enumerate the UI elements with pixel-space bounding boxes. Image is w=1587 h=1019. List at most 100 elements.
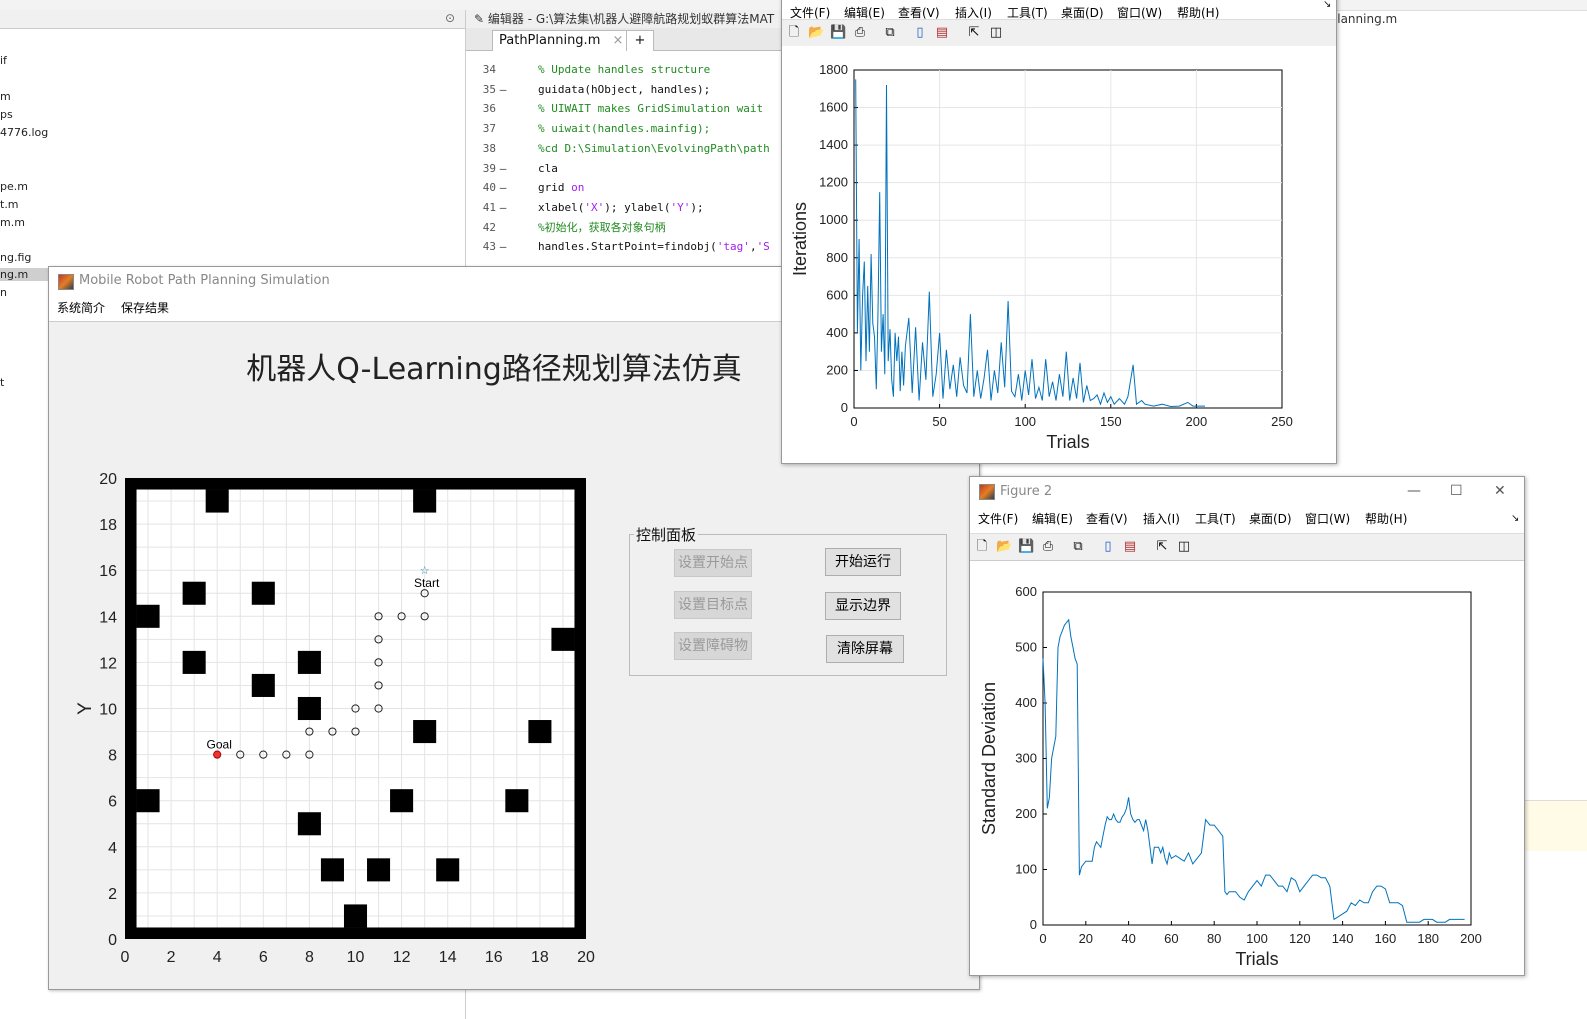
set-obstacle-button[interactable]: 设置障碍物 — [674, 632, 752, 660]
close-icon[interactable]: ✕ — [1494, 483, 1506, 499]
code-line[interactable]: 39– cla — [466, 159, 796, 179]
figure-menu-item[interactable]: 窗口(W) — [1305, 507, 1350, 531]
figure-body: 0 20 40 60 80 100 120 140 160 180 200 0 100 200 300 400… — [970, 561, 1524, 975]
property-editor-icon[interactable]: ◫ — [1176, 539, 1192, 555]
x-tick-label: 12 — [393, 949, 411, 962]
file-item[interactable]: ps — [0, 108, 13, 121]
file-item[interactable]: ng.fig — [0, 251, 31, 264]
code-line[interactable]: 34% Update handles structure — [466, 60, 796, 80]
legend-icon[interactable]: ▤ — [1122, 539, 1138, 555]
code-line[interactable]: 41– xlabel('X'); ylabel('Y'); — [466, 198, 796, 218]
file-item[interactable]: t — [0, 376, 4, 389]
tab-pathplanning[interactable]: PathPlanning.m × — [492, 30, 631, 51]
code-line[interactable]: 35– guidata(hObject, handles); — [466, 80, 796, 100]
colorbar-icon[interactable]: ▯ — [912, 25, 928, 41]
y-tick-label: 600 — [1015, 584, 1037, 599]
x-tick-label: 60 — [1164, 931, 1178, 946]
file-item[interactable]: t.m — [0, 198, 19, 211]
x-tick-label: 140 — [1332, 931, 1354, 946]
pointer-icon[interactable]: ⇱ — [966, 25, 982, 41]
y-axis-label: Standard Deviation — [979, 682, 999, 835]
x-tick-label: 0 — [121, 949, 130, 962]
collapse-icon[interactable]: ⊙ — [445, 11, 455, 25]
print-icon[interactable]: ⎙ — [852, 25, 868, 41]
code-line[interactable]: 36% UIWAIT makes GridSimulation wait — [466, 99, 796, 119]
figure-menu-item[interactable]: 查看(V) — [1086, 507, 1128, 531]
edit-icon: ✎ — [474, 12, 488, 26]
code-line[interactable]: 40– grid on — [466, 178, 796, 198]
figure-menubar: 文件(F) 编辑(E) 查看(V) 插入(I) 工具(T) 桌面(D) 窗口(W) 帮助(H) — [970, 507, 1524, 531]
code-line[interactable]: 42 %初始化，获取各对象句柄 — [466, 218, 796, 238]
figure-menu-item[interactable]: 帮助(H) — [1365, 507, 1407, 531]
file-item[interactable]: if — [0, 54, 7, 67]
background-panel — [1524, 800, 1587, 851]
show-border-button[interactable]: 显示边界 — [825, 592, 901, 620]
obstacle-cell — [390, 789, 414, 813]
start-run-button[interactable]: 开始运行 — [825, 548, 901, 576]
legend-icon[interactable]: ▤ — [934, 25, 950, 41]
x-tick-label: 200 — [1186, 414, 1208, 429]
file-item[interactable]: 4776.log — [0, 126, 48, 139]
file-item[interactable]: m.m — [0, 216, 25, 229]
clear-screen-button[interactable]: 清除屏幕 — [826, 635, 904, 663]
save-icon[interactable]: 💾 — [830, 25, 846, 41]
background-tab-title: Planning.m — [1330, 12, 1398, 26]
set-start-button[interactable]: 设置开始点 — [674, 549, 752, 577]
obstacle-cell — [136, 789, 160, 813]
menu-system-intro[interactable]: 系统简介 — [57, 295, 105, 321]
new-file-icon[interactable]: 🗋 — [786, 25, 802, 41]
y-tick-label: 400 — [826, 325, 848, 340]
dock-arrow-icon[interactable]: ↘ — [1511, 513, 1519, 524]
file-item[interactable]: pe.m — [0, 180, 28, 193]
open-folder-icon[interactable]: 📂 — [808, 25, 824, 41]
figure-menu-item[interactable]: 编辑(E) — [1032, 507, 1073, 531]
figure-toolbar: 🗋 📂 💾 ⎙ ⧉ ▯ ▤ ⇱ ◫ — [970, 533, 1524, 561]
y-tick-label: 200 — [826, 362, 848, 377]
save-icon[interactable]: 💾 — [1018, 539, 1034, 555]
obstacle-cell — [367, 858, 391, 882]
file-item[interactable]: n — [0, 286, 7, 299]
menu-save-results[interactable]: 保存结果 — [121, 295, 169, 321]
code-line[interactable]: 38 %cd D:\Simulation\EvolvingPath\path — [466, 139, 796, 159]
x-tick-label: 180 — [1417, 931, 1439, 946]
maximize-icon[interactable]: ☐ — [1450, 483, 1463, 499]
add-tab-button[interactable]: + — [626, 30, 654, 51]
code-line[interactable]: 43– handles.StartPoint=findobj('tag','S — [466, 237, 796, 257]
pointer-icon[interactable]: ⇱ — [1154, 539, 1170, 555]
set-goal-button[interactable]: 设置目标点 — [674, 591, 752, 619]
figure-menu-item[interactable]: 文件(F) — [978, 507, 1018, 531]
figure-menu-item[interactable]: 桌面(D) — [1249, 507, 1292, 531]
colorbar-icon[interactable]: ▯ — [1100, 539, 1116, 555]
property-editor-icon[interactable]: ◫ — [988, 25, 1004, 41]
file-item[interactable]: m — [0, 90, 11, 103]
open-folder-icon[interactable]: 📂 — [996, 539, 1012, 555]
control-panel: 控制面板 设置开始点 开始运行 设置目标点 显示边界 设置障碍物 清除屏幕 — [629, 524, 947, 676]
y-tick-label: 800 — [826, 250, 848, 265]
border-bottom — [125, 927, 586, 939]
y-tick-label: 100 — [1015, 862, 1037, 877]
close-icon[interactable]: × — [613, 33, 624, 48]
x-tick-label: 120 — [1289, 931, 1311, 946]
std-deviation-plot: 0 20 40 60 80 100 120 140 160 180 200 0 100 200 300 400… — [979, 584, 1482, 969]
grid-map-plot: ☆StartGoal0 2 4 6 8 10 12 14 16 18 200246810121416… — [75, 471, 595, 962]
dock-arrow-icon[interactable]: ↘ — [1323, 0, 1331, 10]
minimize-icon[interactable]: — — [1407, 483, 1421, 499]
figure-titlebar[interactable]: Figure 2 — ☐ ✕ — [970, 477, 1524, 505]
obstacle-cell — [251, 673, 275, 697]
file-item-selected[interactable]: ng.m — [0, 268, 48, 281]
link-icon[interactable]: ⧉ — [1070, 539, 1086, 555]
x-tick-label: 6 — [259, 949, 268, 962]
figure-menu-item[interactable]: 插入(I) — [1143, 507, 1180, 531]
new-file-icon[interactable]: 🗋 — [974, 539, 990, 555]
code-line[interactable]: 37% uiwait(handles.mainfig); — [466, 119, 796, 139]
matlab-icon — [979, 484, 995, 500]
x-tick-label: 50 — [932, 414, 946, 429]
y-tick-label: 1200 — [819, 175, 848, 190]
link-icon[interactable]: ⧉ — [882, 25, 898, 41]
obstacle-cell — [182, 581, 206, 605]
figure-menu-item[interactable]: 工具(T) — [1195, 507, 1236, 531]
editor-tab-bar: PathPlanning.m × + — [466, 28, 796, 51]
obstacle-cell — [297, 696, 321, 721]
print-icon[interactable]: ⎙ — [1040, 539, 1056, 555]
x-axis-label: Trials — [1235, 949, 1278, 969]
